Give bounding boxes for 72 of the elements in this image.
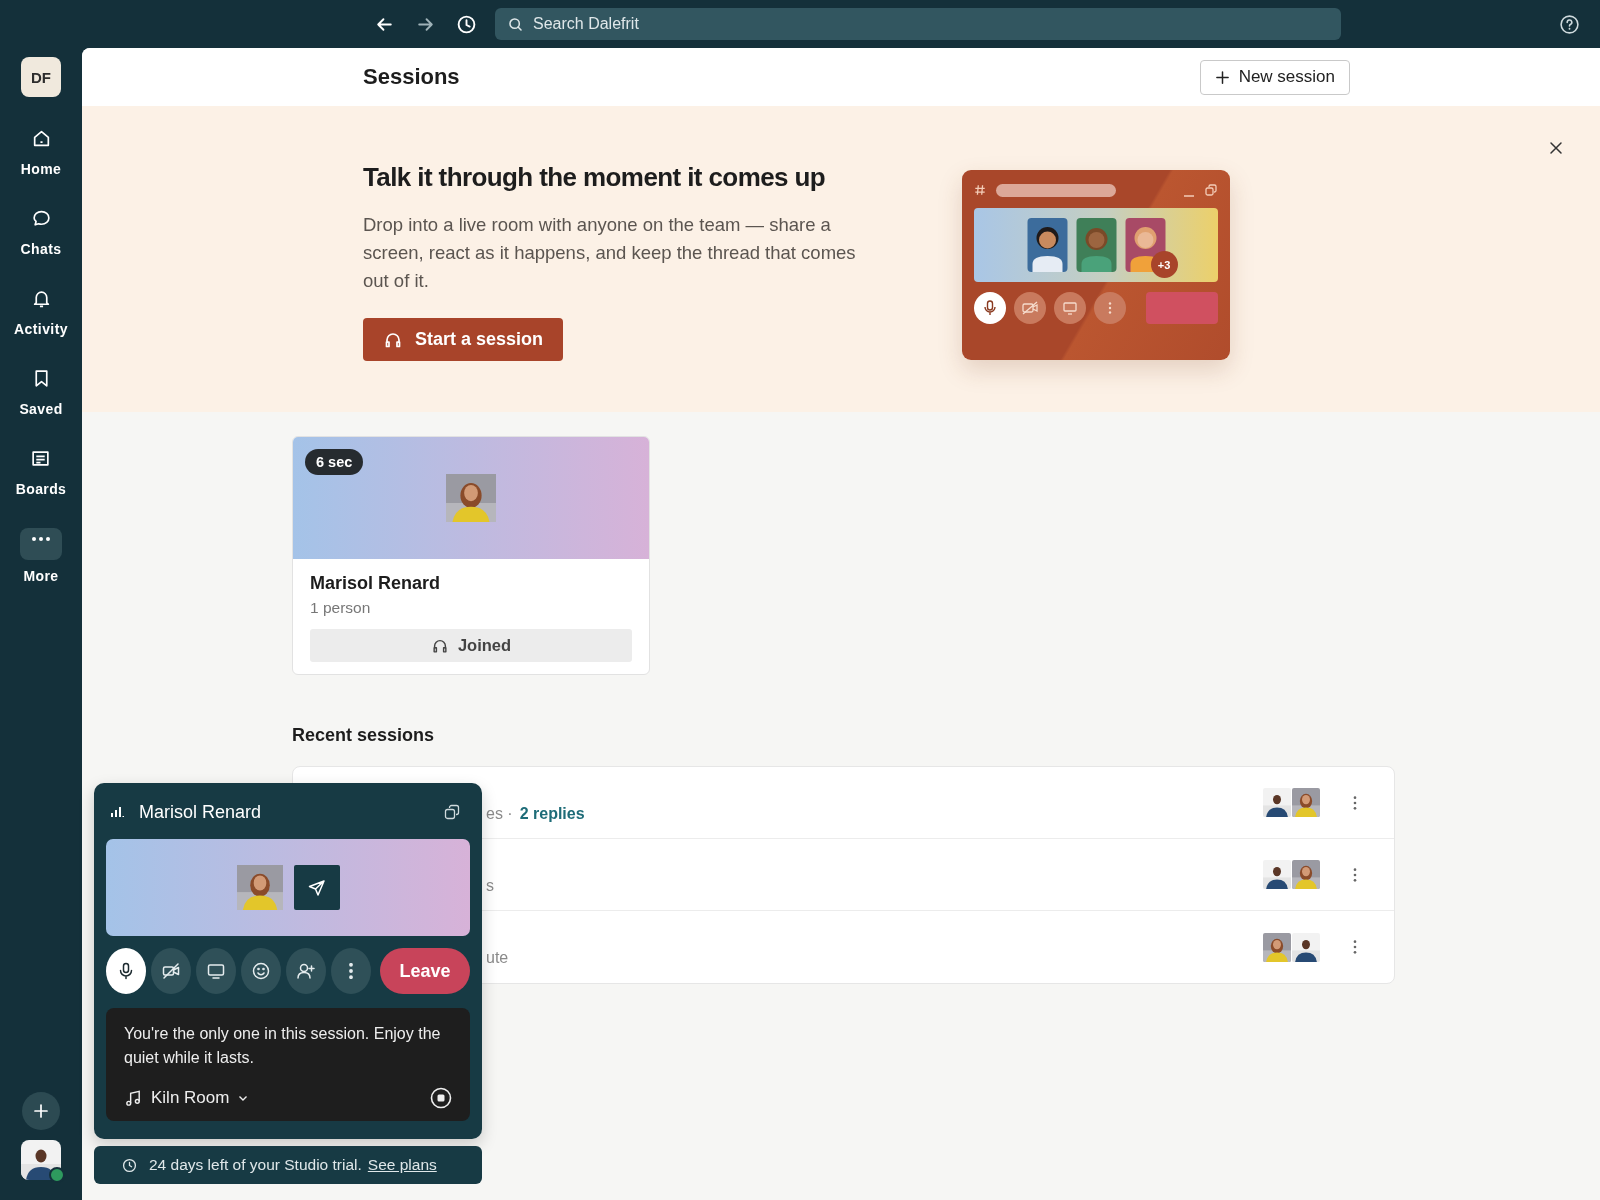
workspace-badge[interactable]: DF: [21, 57, 61, 97]
more-options-icon[interactable]: [1352, 866, 1358, 883]
sidebar-item[interactable]: Chats: [20, 208, 62, 257]
more-options-icon[interactable]: [1352, 794, 1358, 811]
board-icon: [30, 448, 52, 469]
sidebar-item[interactable]: Saved: [19, 368, 63, 417]
more-icon: [20, 528, 62, 560]
add-button[interactable]: [22, 1092, 60, 1130]
sidebar-item[interactable]: More: [20, 528, 62, 584]
avatar-drawing: [1075, 218, 1117, 272]
sidebar-item[interactable]: Boards: [15, 448, 67, 497]
close-icon[interactable]: [1548, 140, 1564, 156]
status-dot: [49, 1167, 65, 1183]
send-icon: [306, 877, 327, 898]
room-dropdown[interactable]: Kiln Room: [124, 1088, 250, 1108]
start-session-button[interactable]: Start a session: [363, 318, 564, 361]
caller-name: Marisol Renard: [139, 801, 262, 823]
section-title: Recent sessions: [292, 725, 436, 746]
banner-title: Talk it through the moment it comes up: [363, 162, 827, 193]
screen-icon: [1054, 292, 1086, 324]
session-details: ute: [486, 948, 509, 968]
minimize-icon: [1184, 195, 1194, 197]
camera-button[interactable]: [151, 948, 191, 994]
plus-icon: [31, 1101, 51, 1121]
popout-icon[interactable]: [444, 804, 460, 820]
screen-icon: [206, 961, 226, 981]
microphone-icon: [974, 292, 1006, 324]
emoji-button[interactable]: [241, 948, 281, 994]
more-icon: [1094, 292, 1126, 324]
session-message: You're the only one in this session. Enjoy the quiet while it lasts.: [124, 1024, 442, 1068]
screen-button[interactable]: [196, 948, 236, 994]
session-name: Marisol Renard: [310, 573, 442, 594]
popout-icon: [1204, 183, 1218, 197]
hash-icon: [974, 184, 986, 196]
search-field[interactable]: Search Dalefrit: [495, 8, 1341, 40]
chat-icon: [30, 208, 52, 229]
music-note-icon: [124, 1088, 143, 1108]
add-person-icon: [296, 961, 316, 981]
avatar-drawing: [1026, 218, 1068, 272]
duration-badge: 6 sec: [305, 449, 364, 475]
joined-button[interactable]: Joined: [310, 629, 632, 662]
page-title: Sessions: [363, 64, 460, 90]
camera-off-icon: [161, 961, 181, 981]
help-icon[interactable]: [1559, 13, 1580, 35]
new-session-button[interactable]: New session: [1199, 59, 1350, 95]
more-options-icon[interactable]: [1352, 939, 1358, 955]
leave-placeholder-bar: [1146, 292, 1218, 324]
mic-button[interactable]: [106, 948, 146, 994]
session-card[interactable]: 6 sec Marisol Renard 1 person Joined: [292, 436, 650, 675]
sidebar-item[interactable]: Home: [20, 128, 62, 177]
more-button[interactable]: [331, 948, 371, 994]
count-badge: +3: [1150, 251, 1178, 278]
plus-icon: [1214, 69, 1230, 85]
replies-link[interactable]: 2 replies: [519, 804, 585, 838]
stop-icon[interactable]: [430, 1087, 452, 1109]
clock-icon: [122, 1157, 137, 1173]
search-icon: [507, 16, 524, 33]
history-icon[interactable]: [456, 13, 477, 35]
sidebar-item[interactable]: Activity: [14, 288, 68, 337]
camera-off-icon: [1014, 292, 1046, 324]
leave-button[interactable]: Leave: [380, 948, 470, 994]
session-details: es ·: [486, 804, 513, 824]
send-button[interactable]: [293, 865, 340, 910]
invite-button[interactable]: [286, 948, 326, 994]
participant-count: 1 person: [310, 599, 372, 617]
smiley-icon: [251, 961, 271, 981]
banner-description: Drop into a live room with anyone on the team — share a screen, react as it happens, and keep the thread that comes out of it.: [363, 213, 857, 293]
more-icon: [349, 963, 353, 979]
trial-message: 24 days left of your Studio trial.: [149, 1156, 362, 1174]
signal-icon: [110, 806, 124, 818]
see-plans-link[interactable]: See plans: [367, 1156, 437, 1174]
session-details: s: [486, 876, 494, 896]
